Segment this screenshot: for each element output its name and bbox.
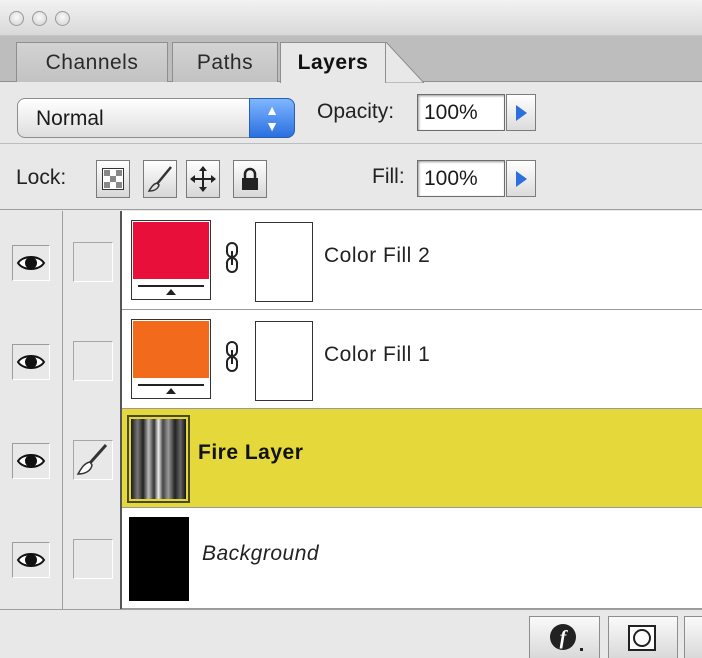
palette-bottom-bar: f xyxy=(0,609,702,658)
blend-row: Normal ▲ ▼ Opacity: 100% xyxy=(0,82,702,144)
visibility-cell[interactable] xyxy=(0,310,63,409)
new-group-button[interactable] xyxy=(684,616,702,658)
lock-image-button[interactable] xyxy=(143,160,177,198)
layers-list: Color Fill 2 Color Fill 1 Fire Layer Bac… xyxy=(0,211,702,609)
updown-arrows-icon[interactable]: ▲ ▼ xyxy=(249,98,295,138)
eye-icon xyxy=(16,454,46,468)
lock-all-button[interactable] xyxy=(233,160,267,198)
blend-mode-value: Normal xyxy=(36,107,104,130)
move-icon xyxy=(190,166,216,192)
mask-icon xyxy=(628,625,656,651)
chain-link-icon[interactable] xyxy=(225,242,239,274)
opacity-label: Opacity: xyxy=(317,100,395,123)
background-thumbnail[interactable] xyxy=(129,517,189,601)
swatch-fill xyxy=(133,222,209,279)
add-mask-button[interactable] xyxy=(608,616,678,658)
link-cell[interactable] xyxy=(63,508,122,609)
zoom-window-button[interactable] xyxy=(55,11,70,26)
palette-tabs: Channels Paths Layers xyxy=(0,36,702,83)
layer-row-color-fill-2[interactable]: Color Fill 2 xyxy=(0,211,702,310)
lock-position-button[interactable] xyxy=(186,160,220,198)
color-fill-thumbnail[interactable] xyxy=(131,319,211,399)
eye-icon xyxy=(16,553,46,567)
tab-layers[interactable]: Layers xyxy=(280,42,386,83)
eye-icon xyxy=(16,355,46,369)
close-window-button[interactable] xyxy=(9,11,24,26)
layer-name[interactable]: Background xyxy=(202,542,319,566)
opacity-input[interactable]: 100% xyxy=(417,94,505,131)
visibility-cell[interactable] xyxy=(0,211,63,310)
palette-titlebar xyxy=(0,0,702,36)
layer-row-color-fill-1[interactable]: Color Fill 1 xyxy=(0,310,702,409)
lock-transparent-button[interactable] xyxy=(96,160,130,198)
brush-icon xyxy=(76,444,108,475)
blend-mode-select[interactable]: Normal ▲ ▼ xyxy=(17,98,295,138)
lock-label: Lock: xyxy=(16,166,67,189)
visibility-cell[interactable] xyxy=(0,409,63,508)
layer-style-icon: f xyxy=(550,624,583,651)
link-cell[interactable] xyxy=(63,211,122,310)
layer-name[interactable]: Fire Layer xyxy=(198,441,303,465)
layers-palette: Channels Paths Layers Normal ▲ ▼ Opacity:… xyxy=(0,0,702,658)
lock-row: Lock: Fill: 100% xyxy=(0,145,702,210)
link-cell[interactable] xyxy=(63,310,122,409)
link-cell[interactable] xyxy=(63,409,122,508)
padlock-icon xyxy=(242,167,258,190)
checkerboard-icon xyxy=(102,168,124,190)
layer-name[interactable]: Color Fill 2 xyxy=(324,244,430,268)
brush-icon xyxy=(147,166,172,192)
tab-paths[interactable]: Paths xyxy=(172,42,278,82)
color-fill-thumbnail[interactable] xyxy=(131,220,211,300)
layer-name[interactable]: Color Fill 1 xyxy=(324,343,430,367)
swatch-fill xyxy=(133,321,209,378)
tab-corner-shape xyxy=(384,42,424,83)
fire-layer-thumbnail[interactable] xyxy=(127,415,190,503)
fill-input[interactable]: 100% xyxy=(417,160,505,197)
eye-icon xyxy=(16,256,46,270)
tab-channels[interactable]: Channels xyxy=(16,42,168,82)
opacity-slider-arrow-button[interactable] xyxy=(506,94,536,131)
layer-row-background[interactable]: Background xyxy=(0,508,702,609)
layer-row-fire-layer[interactable]: Fire Layer xyxy=(0,409,702,508)
minimize-window-button[interactable] xyxy=(32,11,47,26)
fill-slider-arrow-button[interactable] xyxy=(506,160,536,197)
chain-link-icon[interactable] xyxy=(225,341,239,373)
add-layer-style-button[interactable]: f xyxy=(529,616,600,658)
visibility-cell[interactable] xyxy=(0,508,63,609)
fill-label: Fill: xyxy=(372,165,405,188)
layer-mask-thumbnail[interactable] xyxy=(255,321,313,401)
layer-mask-thumbnail[interactable] xyxy=(255,222,313,302)
